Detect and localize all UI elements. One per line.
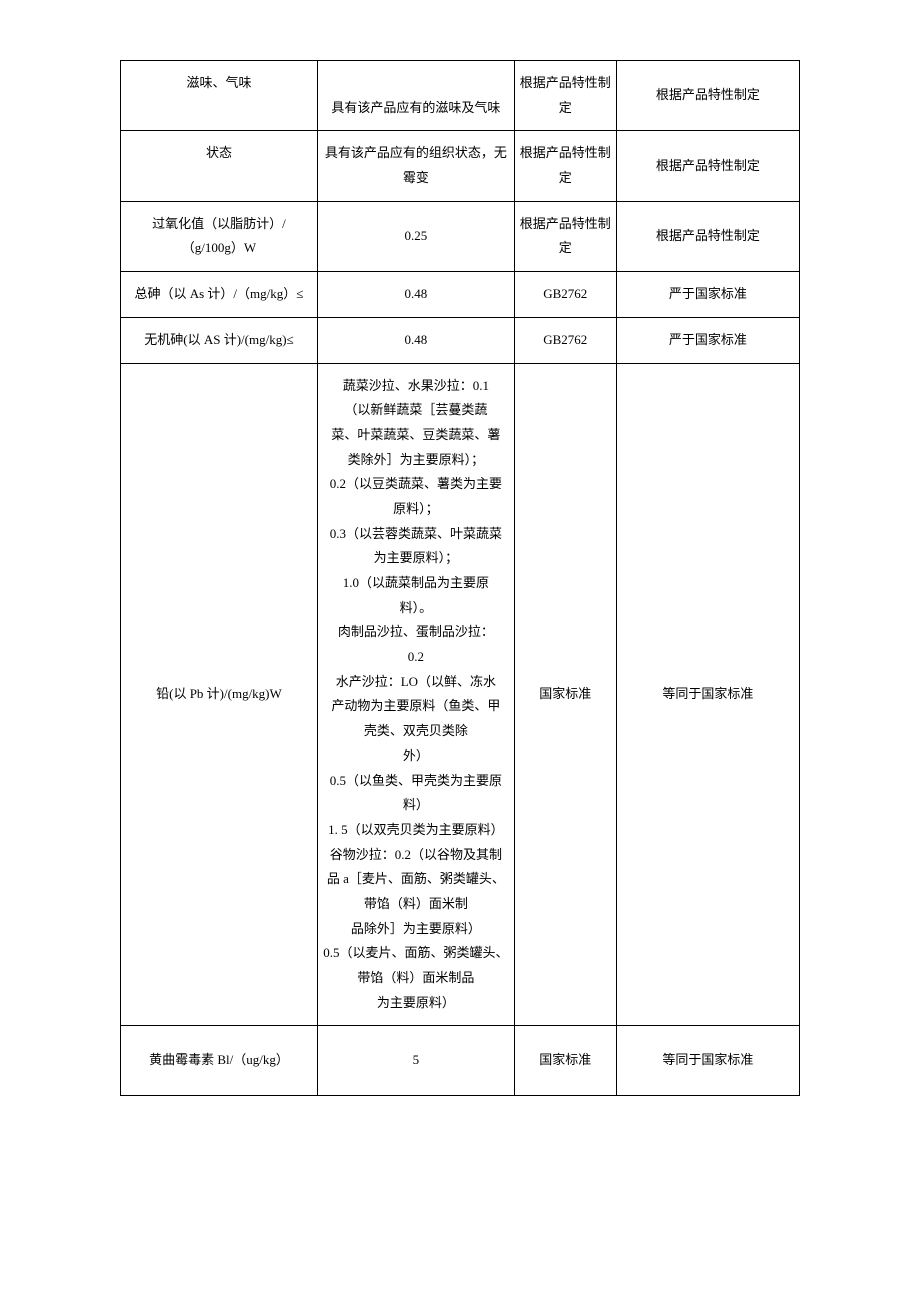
cell-value: 0.25 (317, 201, 514, 271)
value-line: 蔬菜沙拉、水果沙拉：0.1 (322, 374, 510, 399)
value-line: 品除外］为主要原料） (322, 917, 510, 942)
table-row: 滋味、气味 具有该产品应有的滋味及气味 根据产品特性制定 根据产品特性制定 (121, 61, 800, 131)
table-row: 总砷（以 As 计）/（mg/kg）≤ 0.48 GB2762 严于国家标准 (121, 272, 800, 318)
value-line: 1.0（以蔬菜制品为主要原 (322, 571, 510, 596)
cell-value: 具有该产品应有的滋味及气味 (317, 61, 514, 131)
value-line: 壳类、双壳贝类除 (322, 719, 510, 744)
cell-name: 黄曲霉毒素 Bl/（ug/kg） (121, 1026, 318, 1096)
cell-name: 总砷（以 As 计）/（mg/kg）≤ (121, 272, 318, 318)
value-line: 谷物沙拉：0.2（以谷物及其制 (322, 843, 510, 868)
value-line: 品 a［麦片、面筋、粥类罐头、 (322, 867, 510, 892)
value-line: 料） (322, 793, 510, 818)
cell-remark: 严于国家标准 (616, 272, 799, 318)
cell-basis: 根据产品特性制定 (514, 61, 616, 131)
table-row: 过氧化值（以脂肪计）/（g/100g）W 0.25 根据产品特性制定 根据产品特… (121, 201, 800, 271)
value-line: 0.5（以麦片、面筋、粥类罐头、 (322, 941, 510, 966)
value-line: 产动物为主要原料（鱼类、甲 (322, 694, 510, 719)
value-line: 带馅（料）面米制品 (322, 966, 510, 991)
cell-value: 0.48 (317, 317, 514, 363)
value-line: 为主要原料） (322, 991, 510, 1016)
value-line: 0.2 (322, 645, 510, 670)
cell-basis: 根据产品特性制定 (514, 201, 616, 271)
cell-remark: 根据产品特性制定 (616, 61, 799, 131)
cell-remark: 严于国家标准 (616, 317, 799, 363)
value-line: 0.5（以鱼类、甲壳类为主要原 (322, 769, 510, 794)
value-line: 0.2（以豆类蔬菜、薯类为主要 (322, 472, 510, 497)
cell-name: 铅(以 Pb 计)/(mg/kg)W (121, 363, 318, 1026)
value-line: 为主要原料）； (322, 546, 510, 571)
value-line: 菜、叶菜蔬菜、豆类蔬菜、薯 (322, 423, 510, 448)
table-row: 无机砷(以 AS 计)/(mg/kg)≤ 0.48 GB2762 严于国家标准 (121, 317, 800, 363)
value-line: （以新鲜蔬菜［芸蔓类蔬 (322, 398, 510, 423)
cell-basis: 根据产品特性制定 (514, 131, 616, 201)
cell-remark: 根据产品特性制定 (616, 201, 799, 271)
cell-basis: 国家标准 (514, 363, 616, 1026)
cell-name: 状态 (121, 131, 318, 201)
cell-value: 0.48 (317, 272, 514, 318)
cell-basis: GB2762 (514, 272, 616, 318)
cell-basis: 国家标准 (514, 1026, 616, 1096)
value-line: 0.3（以芸蓉类蔬菜、叶菜蔬菜 (322, 522, 510, 547)
cell-remark: 等同于国家标准 (616, 1026, 799, 1096)
value-line: 1. 5（以双壳贝类为主要原料） (322, 818, 510, 843)
standards-table: 滋味、气味 具有该产品应有的滋味及气味 根据产品特性制定 根据产品特性制定 状态… (120, 60, 800, 1096)
table-row: 铅(以 Pb 计)/(mg/kg)W 蔬菜沙拉、水果沙拉：0.1（以新鲜蔬菜［芸… (121, 363, 800, 1026)
value-line: 类除外］为主要原料）； (322, 448, 510, 473)
cell-remark: 等同于国家标准 (616, 363, 799, 1026)
cell-name: 滋味、气味 (121, 61, 318, 131)
value-line: 肉制品沙拉、蛋制品沙拉： (322, 620, 510, 645)
table-row: 黄曲霉毒素 Bl/（ug/kg） 5 国家标准 等同于国家标准 (121, 1026, 800, 1096)
cell-name: 过氧化值（以脂肪计）/（g/100g）W (121, 201, 318, 271)
value-line: 外） (322, 744, 510, 769)
cell-remark: 根据产品特性制定 (616, 131, 799, 201)
value-line: 料）。 (322, 596, 510, 621)
cell-basis: GB2762 (514, 317, 616, 363)
table-row: 状态 具有该产品应有的组织状态，无霉变 根据产品特性制定 根据产品特性制定 (121, 131, 800, 201)
value-line: 水产沙拉：LO（以鲜、冻水 (322, 670, 510, 695)
cell-value: 蔬菜沙拉、水果沙拉：0.1（以新鲜蔬菜［芸蔓类蔬菜、叶菜蔬菜、豆类蔬菜、薯类除外… (317, 363, 514, 1026)
cell-value: 具有该产品应有的组织状态，无霉变 (317, 131, 514, 201)
cell-name: 无机砷(以 AS 计)/(mg/kg)≤ (121, 317, 318, 363)
value-line: 带馅（料）面米制 (322, 892, 510, 917)
value-line: 原料）； (322, 497, 510, 522)
cell-value: 5 (317, 1026, 514, 1096)
